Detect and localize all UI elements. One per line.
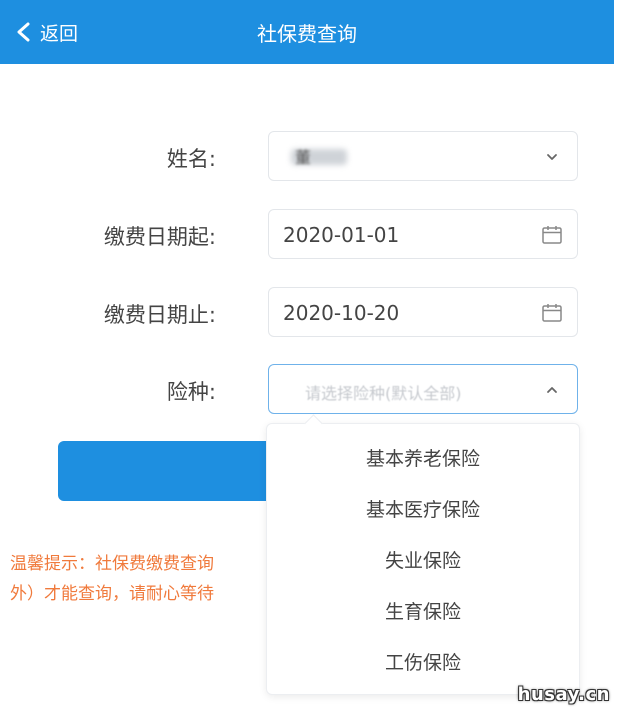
start-date-field[interactable]: 2020-01-01	[268, 209, 578, 259]
end-date-value: 2020-10-20	[283, 301, 400, 325]
option-basic-medical[interactable]: 基本医疗保险	[267, 485, 579, 536]
name-label: 姓名:	[166, 147, 216, 171]
tip-text: 温馨提示：社保费缴费查询 外）才能查询，请耐心等待	[10, 549, 275, 609]
insurance-type-dropdown: 基本养老保险 基本医疗保险 失业保险 生育保险 工伤保险	[266, 423, 580, 695]
end-date-label: 缴费日期止:	[103, 303, 216, 327]
top-nav-bar: 返回 社保费查询	[0, 0, 614, 64]
name-value: 董	[295, 148, 312, 167]
start-date-label: 缴费日期起:	[103, 225, 216, 249]
end-date-field[interactable]: 2020-10-20	[268, 287, 578, 337]
insurance-type-label: 险种:	[166, 380, 216, 404]
calendar-icon	[542, 226, 562, 244]
page-title: 社保费查询	[257, 22, 357, 46]
calendar-icon	[542, 304, 562, 322]
chevron-down-icon	[547, 154, 557, 160]
option-basic-pension[interactable]: 基本养老保险	[267, 434, 579, 485]
option-maternity[interactable]: 生育保险	[267, 587, 579, 638]
chevron-up-icon	[547, 387, 557, 393]
option-work-injury[interactable]: 工伤保险	[267, 638, 579, 689]
end-date-row: 缴费日期止: 2020-10-20	[0, 287, 614, 337]
tip-line-1: 温馨提示：社保费缴费查询	[10, 554, 214, 574]
watermark: husay.cn	[517, 684, 610, 705]
name-row: 姓名: 董	[0, 131, 614, 181]
insurance-type-row: 险种: 请选择险种(默认全部)	[0, 364, 614, 414]
tip-line-2: 外）才能查询，请耐心等待	[10, 584, 214, 604]
insurance-type-placeholder: 请选择险种(默认全部)	[305, 384, 462, 403]
insurance-type-select[interactable]: 请选择险种(默认全部)	[268, 364, 578, 414]
name-select[interactable]: 董	[268, 131, 578, 181]
start-date-value: 2020-01-01	[283, 223, 400, 247]
option-unemployment[interactable]: 失业保险	[267, 536, 579, 587]
start-date-row: 缴费日期起: 2020-01-01	[0, 209, 614, 259]
